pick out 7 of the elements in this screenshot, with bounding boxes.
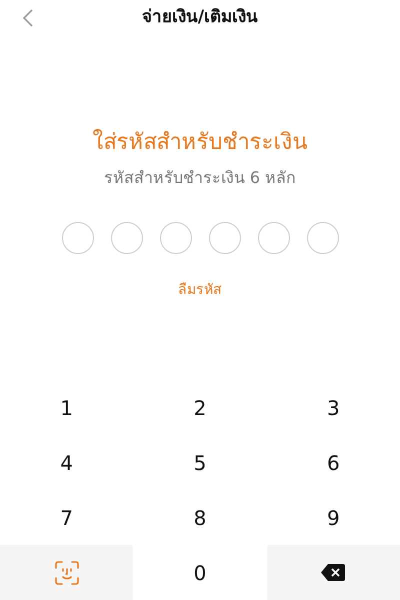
subtitle: รหัสสำหรับชำระเงิน 6 หลัก [104, 167, 296, 189]
face-scan-icon [54, 560, 79, 584]
heading: ใส่รหัสสำหรับชำระเงิน [92, 128, 308, 157]
back-icon [23, 9, 33, 27]
backspace-key[interactable] [266, 545, 400, 600]
backspace-icon [321, 564, 346, 581]
page-title: จ่ายเงิน/เติมเงิน [142, 6, 258, 30]
